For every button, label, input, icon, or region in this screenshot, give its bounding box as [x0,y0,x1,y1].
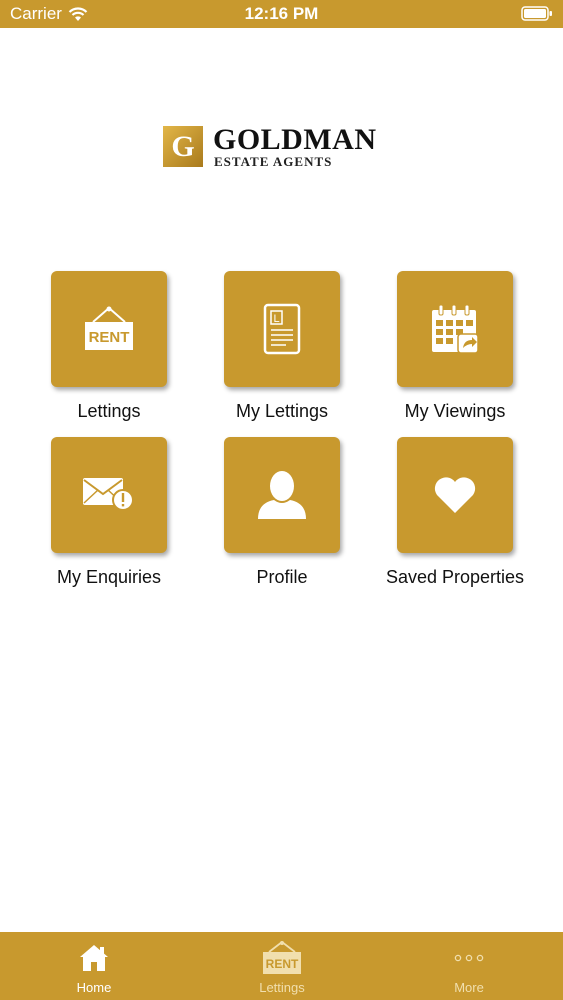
tab-lettings-label: Lettings [259,980,305,995]
envelope-alert-icon [83,478,134,511]
svg-text:RENT: RENT [89,329,130,346]
tab-more[interactable]: More [399,932,539,1000]
tab-bar: Home RENT Lettings More [0,932,563,1000]
my-enquiries-label[interactable]: My Enquiries [19,567,199,588]
saved-properties-tile[interactable] [397,437,513,553]
tab-home-label: Home [76,980,112,995]
lettings-tile[interactable]: RENT [51,271,167,387]
my-viewings-tile[interactable] [397,271,513,387]
logo-subtitle: ESTATE AGENTS [214,154,333,169]
home-icon [80,945,108,971]
profile-tile[interactable] [224,437,340,553]
tab-home[interactable]: Home [24,932,164,1000]
tab-lettings[interactable]: RENT Lettings [212,932,352,1000]
profile-label[interactable]: Profile [192,567,372,588]
clock: 12:16 PM [244,4,319,23]
status-bar: Carrier 12:16 PM [0,0,563,28]
my-lettings-tile[interactable]: L [224,271,340,387]
more-icon [454,954,484,962]
rent-sign-icon: RENT [85,306,133,350]
my-lettings-label[interactable]: My Lettings [192,401,372,422]
calendar-icon [432,304,479,354]
lettings-label[interactable]: Lettings [19,401,199,422]
tab-more-label: More [454,980,484,995]
battery-icon [521,6,553,27]
saved-properties-label[interactable]: Saved Properties [365,567,545,588]
svg-text:L: L [273,313,279,325]
logo-badge: G [163,126,203,167]
company-logo: G GOLDMAN ESTATE AGENTS [163,123,403,170]
document-icon: L [263,303,301,355]
heart-icon [434,477,476,513]
rent-sign-icon: RENT [263,941,301,974]
user-icon [258,471,306,519]
my-enquiries-tile[interactable] [51,437,167,553]
svg-text:RENT: RENT [266,957,299,971]
my-viewings-label[interactable]: My Viewings [365,401,545,422]
logo-name: GOLDMAN [213,123,377,156]
